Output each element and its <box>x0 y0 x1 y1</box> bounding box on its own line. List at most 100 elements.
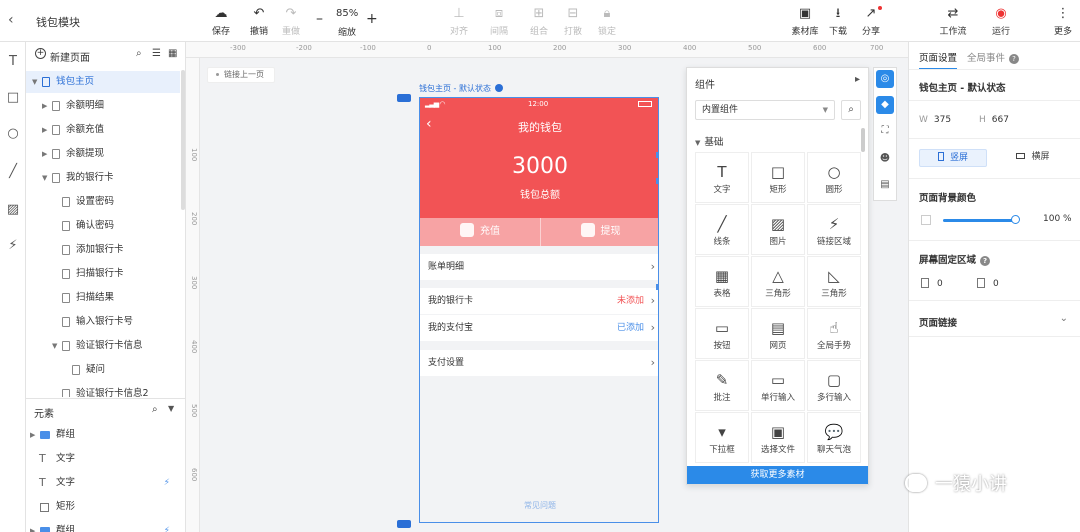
search-icon[interactable]: ⌕ <box>841 100 861 120</box>
lock-button[interactable]: 🔒︎ 锁定 <box>590 6 624 37</box>
line-tool-icon[interactable]: ╱ <box>4 164 22 182</box>
circle-tool-icon[interactable]: ○ <box>4 126 22 144</box>
search-icon[interactable]: ⌕ <box>136 48 142 59</box>
tree-item-wallet-home[interactable]: ▼ 钱包主页 <box>26 71 180 93</box>
get-more-assets-button[interactable]: 获取更多素材 <box>687 466 868 484</box>
component-source-select[interactable]: 内置组件 ▼ <box>695 100 835 120</box>
landscape-toggle[interactable]: 横屏 <box>999 149 1067 167</box>
redo-button[interactable]: ↷ 重做 <box>274 6 308 37</box>
component-file-picker[interactable]: ▣ 选择文件 <box>751 412 805 463</box>
opacity-value[interactable]: 100 % <box>1043 214 1072 224</box>
tree-item[interactable]: 疑问 <box>26 359 180 381</box>
component-global-gesture[interactable]: ☝ 全局手势 <box>807 308 861 359</box>
chevron-right-icon[interactable]: ▸ <box>855 74 860 85</box>
component-line[interactable]: ╱ 线条 <box>695 204 749 255</box>
tree-item[interactable]: ▶ 余额明细 <box>26 95 180 117</box>
group-button[interactable]: ⊞ 组合 <box>522 6 556 37</box>
tree-item[interactable]: 设置密码 <box>26 191 180 213</box>
element-item[interactable]: T 文字 <box>26 447 180 471</box>
link-area-tool-icon[interactable]: ⚡ <box>4 238 22 256</box>
component-image[interactable]: ▨ 图片 <box>751 204 805 255</box>
tab-page-settings[interactable]: 页面设置 <box>919 50 958 70</box>
tree-item[interactable]: ▶ 余额充值 <box>26 119 180 141</box>
frame-handle-icon[interactable] <box>397 94 411 102</box>
phone-artboard[interactable]: ▂▃▅ ◠ 12:00 ‹ 我的钱包 3000 钱包总额 充值 提现 账单明细 ›… <box>419 97 659 523</box>
tree-item[interactable]: ▼ 我的银行卡 <box>26 167 180 189</box>
component-table[interactable]: ▦ 表格 <box>695 256 749 307</box>
width-field[interactable]: W 375 <box>919 115 951 125</box>
component-rectangle[interactable]: □ 矩形 <box>751 152 805 203</box>
list-item-bills[interactable]: 账单明细 › <box>420 254 658 280</box>
asset-library-button[interactable]: ▣ 素材库 <box>788 6 822 37</box>
element-item[interactable]: 矩形 <box>26 495 180 519</box>
new-page-button[interactable]: 新建页面 <box>50 49 90 64</box>
component-text[interactable]: T 文字 <box>695 152 749 203</box>
list-view-icon[interactable]: ☰ <box>152 48 161 59</box>
component-multi-line-input[interactable]: ▢ 多行输入 <box>807 360 861 411</box>
link-previous-page-button[interactable]: 链接上一页 <box>207 67 275 83</box>
plus-icon[interactable]: + <box>35 48 46 59</box>
tree-item[interactable]: ▼ 验证银行卡信息 <box>26 335 180 357</box>
tree-item[interactable]: 确认密码 <box>26 215 180 237</box>
chevron-down-icon[interactable]: ▼ <box>168 404 174 413</box>
workflow-button[interactable]: ⇄ 工作流 <box>936 6 970 37</box>
zoom-out-button[interactable]: – <box>316 11 323 27</box>
cube-icon[interactable]: ◆ <box>876 96 894 114</box>
element-item[interactable]: ▶ 群组 ⚡ <box>26 519 180 532</box>
component-webpage[interactable]: ▤ 网页 <box>751 308 805 359</box>
share-button[interactable]: ↗ 分享 <box>854 6 888 37</box>
component-triangle[interactable]: △ 三角形 <box>751 256 805 307</box>
section-basic[interactable]: ▼ 基础 <box>695 134 723 148</box>
opacity-slider[interactable] <box>943 219 1015 222</box>
frame-handle-icon[interactable] <box>397 520 411 528</box>
grid-view-icon[interactable]: ▦ <box>168 48 177 59</box>
tree-item[interactable]: 扫描结果 <box>26 287 180 309</box>
opacity-slider-handle[interactable] <box>1011 215 1020 224</box>
faq-link[interactable]: 常见问题 <box>420 500 658 511</box>
scan-icon[interactable]: ⛶ <box>876 122 894 140</box>
target-icon[interactable]: ◎ <box>876 70 894 88</box>
page-link-label[interactable]: 页面链接 <box>919 315 957 329</box>
tree-item[interactable]: ▶ 余额提现 <box>26 143 180 165</box>
scrollbar[interactable] <box>861 128 865 152</box>
component-chat-bubble[interactable]: 💬 聊天气泡 <box>807 412 861 463</box>
zoom-in-button[interactable]: + <box>366 11 378 27</box>
withdraw-button[interactable]: 提现 <box>540 218 658 246</box>
emoji-icon[interactable]: ☻ <box>876 150 894 168</box>
height-field[interactable]: H 667 <box>979 115 1009 125</box>
list-item-alipay[interactable]: 我的支付宝 已添加 › <box>420 315 658 341</box>
save-button[interactable]: ☁ 保存 <box>204 6 238 37</box>
tree-item[interactable]: 扫描银行卡 <box>26 263 180 285</box>
image-tool-icon[interactable]: ▨ <box>4 202 22 220</box>
bg-color-swatch[interactable] <box>921 215 931 225</box>
layout-icon[interactable]: ▤ <box>876 176 894 194</box>
component-button[interactable]: ▭ 按钮 <box>695 308 749 359</box>
fixed-top-field[interactable]: 0 <box>921 278 943 289</box>
page-state-label[interactable]: 钱包主页 - 默认状态 <box>419 83 503 94</box>
component-link-area[interactable]: ⚡ 链接区域 <box>807 204 861 255</box>
align-button[interactable]: ⊥ 对齐 <box>442 6 476 37</box>
tree-item[interactable]: 验证银行卡信息2 <box>26 383 180 397</box>
text-tool-icon[interactable]: T <box>4 54 22 72</box>
distribute-button[interactable]: ⧈ 间隔 <box>482 6 516 37</box>
tab-global-events[interactable]: 全局事件? <box>967 50 1020 64</box>
component-single-line-input[interactable]: ▭ 单行输入 <box>751 360 805 411</box>
ungroup-button[interactable]: ⊟ 打散 <box>556 6 590 37</box>
element-item[interactable]: ▶ 群组 <box>26 423 180 447</box>
more-button[interactable]: ⋮ 更多 <box>1046 6 1080 37</box>
zoom-value[interactable]: 85% <box>336 8 358 19</box>
undo-button[interactable]: ↶ 撤销 <box>242 6 276 37</box>
search-icon[interactable]: ⌕ <box>152 404 158 415</box>
component-circle[interactable]: ○ 圆形 <box>807 152 861 203</box>
list-item-payment-settings[interactable]: 支付设置 › <box>420 350 658 376</box>
element-item[interactable]: T 文字 ⚡ <box>26 471 180 495</box>
tree-item[interactable]: 添加银行卡 <box>26 239 180 261</box>
component-dropdown[interactable]: ▾ 下拉框 <box>695 412 749 463</box>
portrait-toggle[interactable]: 竖屏 <box>919 149 987 167</box>
download-button[interactable]: ⭳ 下载 <box>821 6 855 37</box>
rectangle-tool-icon[interactable]: □ <box>4 90 22 108</box>
run-button[interactable]: ◉ 运行 <box>984 6 1018 37</box>
scrollbar[interactable] <box>181 70 185 210</box>
fixed-bottom-field[interactable]: 0 <box>977 278 999 289</box>
component-annotation[interactable]: ✎ 批注 <box>695 360 749 411</box>
